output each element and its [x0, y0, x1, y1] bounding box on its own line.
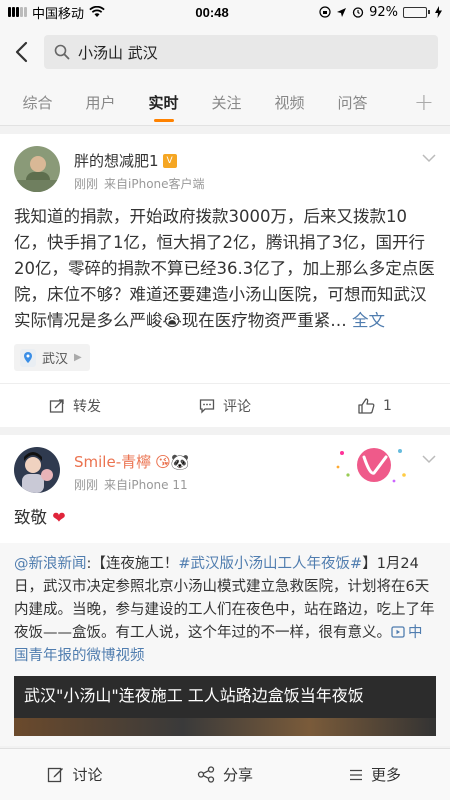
post-card[interactable]: Smile-青檸 😘🐼 刚刚 来自iPhone 11 致敬 ❤ @新浪新闻:【连夜施… — [0, 435, 450, 746]
post-source: 来自iPhone 11 — [104, 478, 188, 492]
like-count: 1 — [383, 397, 392, 414]
discuss-label: 讨论 — [72, 766, 103, 784]
wifi-icon — [89, 6, 105, 17]
chevron-right-icon: ▶ — [74, 352, 82, 363]
menu-icon — [349, 769, 362, 780]
thumbs-up-icon — [358, 397, 375, 414]
add-tab-button[interactable]: + — [414, 80, 434, 126]
tab-following[interactable]: 关注 — [195, 80, 258, 126]
tab-realtime[interactable]: 实时 — [132, 80, 195, 126]
post-meta: 刚刚 来自iPhone 11 — [74, 476, 189, 493]
post-header: Smile-青檸 😘🐼 刚刚 来自iPhone 11 — [0, 435, 450, 493]
search-input[interactable]: 小汤山 武汉 — [44, 35, 438, 69]
charging-icon — [434, 6, 442, 18]
status-left: 中国移动 — [8, 3, 105, 22]
username[interactable]: 胖的想减肥1 V — [74, 150, 205, 171]
heart-icon: ❤ — [52, 508, 66, 527]
map-pin-icon — [20, 348, 36, 367]
post-body: 致敬 ❤ — [0, 493, 450, 531]
hashtag-link[interactable]: #武汉版小汤山工人年夜饭# — [178, 556, 362, 572]
alarm-icon — [352, 7, 364, 18]
bottom-toolbar: 讨论 分享 更多 — [0, 748, 450, 800]
repost-text-1: :【连夜施工！ — [86, 556, 179, 572]
battery-percent: 92% — [369, 4, 398, 20]
user-info: 胖的想减肥1 V 刚刚 来自iPhone客户端 — [74, 146, 205, 192]
battery-icon — [402, 6, 430, 18]
post-actions: 转发 评论 1 — [0, 383, 450, 427]
tab-video[interactable]: 视频 — [258, 80, 321, 126]
post-source: 来自iPhone客户端 — [104, 177, 205, 191]
location-label: 武汉 — [42, 352, 69, 367]
more-label: 更多 — [370, 766, 401, 784]
post-header: 胖的想减肥1 V 刚刚 来自iPhone客户端 — [0, 134, 450, 192]
post-time: 刚刚 — [74, 177, 99, 191]
username-text: 胖的想减肥1 — [74, 152, 159, 170]
location-chip[interactable]: 武汉 ▶ — [14, 344, 90, 371]
level-badge-icon: V — [162, 153, 177, 168]
decorative-card-badge-icon — [336, 448, 406, 483]
video-title: 武汉"小汤山"连夜施工 工人站路边盒饭当年夜饭 — [24, 686, 364, 705]
discuss-button[interactable]: 讨论 — [0, 749, 150, 800]
search-query[interactable]: 小汤山 武汉 — [78, 42, 158, 63]
user-info: Smile-青檸 😘🐼 刚刚 来自iPhone 11 — [74, 447, 189, 493]
signal-icon — [8, 7, 27, 17]
avatar[interactable] — [14, 447, 60, 493]
post-body: 我知道的捐款，开始政府拨款3000万，后来又拨款10亿，快手捐了1亿，恒大捐了2… — [0, 192, 450, 334]
share-button[interactable]: 分享 — [150, 749, 300, 800]
comment-icon — [199, 398, 215, 414]
status-right: 92% — [319, 5, 442, 20]
avatar[interactable] — [14, 146, 60, 192]
rotation-lock-icon — [319, 6, 331, 18]
tab-qa[interactable]: 问答 — [321, 80, 384, 126]
post-time: 刚刚 — [74, 478, 99, 492]
like-button[interactable]: 1 — [300, 384, 450, 427]
location-arrow-icon — [337, 7, 347, 17]
repost-body: @新浪新闻:【连夜施工！#武汉版小汤山工人年夜饭#】1月24日，武汉市决定参照北… — [14, 553, 436, 668]
carrier-label: 中国移动 — [32, 6, 85, 22]
username-text: Smile-青檸 — [74, 453, 152, 471]
username-emoji: 😘🐼 — [155, 452, 190, 471]
video-still — [14, 718, 436, 736]
username[interactable]: Smile-青檸 😘🐼 — [74, 451, 189, 472]
share-icon — [197, 766, 215, 783]
edit-icon — [48, 767, 64, 783]
chevron-down-icon[interactable] — [422, 449, 436, 468]
search-icon — [54, 44, 70, 60]
tab-users[interactable]: 用户 — [69, 80, 132, 126]
video-thumbnail[interactable]: 武汉"小汤山"连夜施工 工人站路边盒饭当年夜饭 — [14, 676, 436, 736]
post-card[interactable]: 胖的想减肥1 V 刚刚 来自iPhone客户端 我知道的捐款，开始政府拨款3000万… — [0, 134, 450, 427]
repost-button[interactable]: 转发 — [0, 384, 150, 427]
full-text-link[interactable]: 全文 — [352, 311, 385, 330]
mention-link[interactable]: @新浪新闻 — [14, 556, 87, 572]
more-button[interactable]: 更多 — [300, 749, 450, 800]
tab-bar: 综合 用户 实时 关注 视频 问答 + — [0, 80, 450, 126]
share-label: 分享 — [222, 766, 253, 784]
chevron-down-icon[interactable] — [422, 148, 436, 167]
video-icon — [391, 626, 405, 638]
post-meta: 刚刚 来自iPhone客户端 — [74, 175, 205, 192]
status-bar: 中国移动 00:48 92% — [0, 0, 450, 24]
reposted-content[interactable]: @新浪新闻:【连夜施工！#武汉版小汤山工人年夜饭#】1月24日，武汉市决定参照北… — [0, 543, 450, 746]
tab-all[interactable]: 综合 — [6, 80, 69, 126]
back-arrow-icon[interactable] — [10, 37, 32, 67]
comment-label: 评论 — [223, 398, 251, 415]
comment-button[interactable]: 评论 — [150, 384, 300, 427]
search-header: 小汤山 武汉 — [0, 24, 450, 80]
post-text: 致敬 — [14, 508, 47, 527]
repost-icon — [49, 398, 64, 413]
repost-label: 转发 — [73, 398, 101, 415]
clock: 00:48 — [195, 4, 229, 20]
